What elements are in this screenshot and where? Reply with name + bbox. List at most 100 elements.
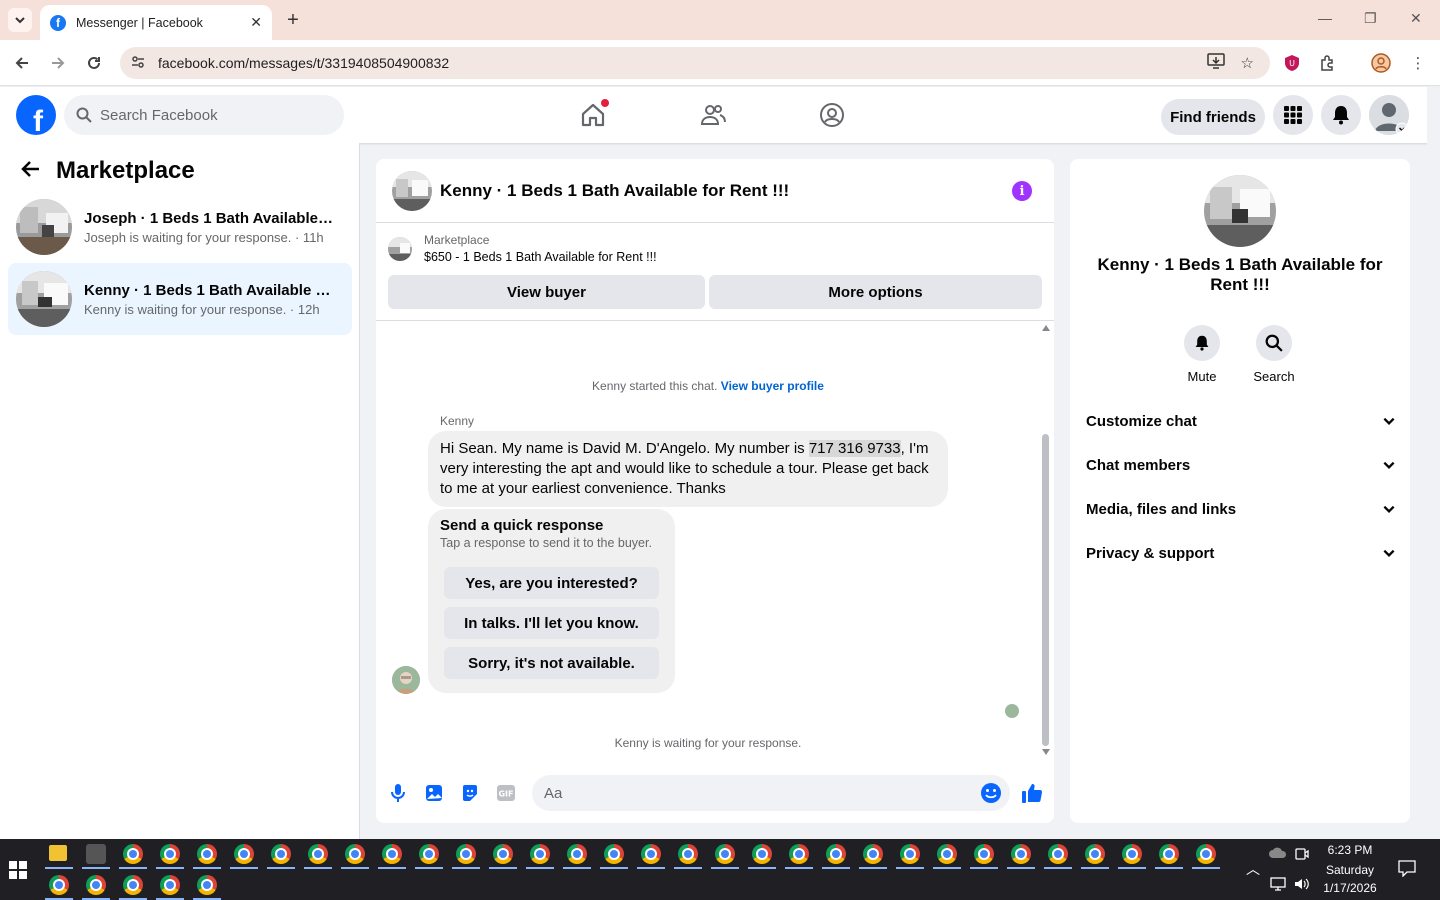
profile-icon[interactable] [1371, 53, 1391, 73]
chrome-window-icon[interactable] [974, 844, 994, 864]
sticker-button[interactable] [458, 781, 482, 805]
ublock-extension-icon[interactable]: U [1282, 53, 1302, 73]
chrome-window-icon[interactable] [160, 844, 180, 864]
chat-scroll-thumb[interactable] [1042, 434, 1049, 746]
gif-button[interactable]: GIF [494, 781, 518, 805]
new-tab-button[interactable]: + [282, 9, 304, 31]
quick-response-option[interactable]: Yes, are you interested? [444, 567, 659, 599]
groups-nav-button[interactable] [818, 101, 846, 129]
back-arrow-icon[interactable] [20, 158, 40, 184]
meet-now-icon[interactable] [1295, 847, 1309, 861]
view-buyer-profile-link[interactable]: View buyer profile [721, 379, 824, 393]
chrome-window-icon[interactable] [1085, 844, 1105, 864]
tab-search-button[interactable] [8, 8, 32, 32]
windows-start-icon[interactable] [9, 861, 27, 879]
extensions-puzzle-icon[interactable] [1318, 53, 1338, 73]
chrome-window-icon[interactable] [1159, 844, 1179, 864]
search-chat-button[interactable] [1256, 325, 1292, 361]
emoji-button[interactable] [980, 782, 1002, 804]
clock-date[interactable]: 1/17/2026 [1318, 881, 1382, 895]
mute-button[interactable] [1184, 325, 1220, 361]
chrome-window-icon[interactable] [197, 875, 217, 895]
chrome-window-icon[interactable] [123, 844, 143, 864]
scroll-up-icon[interactable] [1042, 325, 1050, 331]
chrome-window-icon[interactable] [86, 875, 106, 895]
url-bar[interactable]: facebook.com/messages/t/3319408504900832… [120, 47, 1270, 79]
quick-response-option[interactable]: In talks. I'll let you know. [444, 607, 659, 639]
chrome-window-icon[interactable] [160, 875, 180, 895]
friends-nav-button[interactable] [699, 101, 727, 129]
site-info-icon[interactable] [130, 54, 148, 73]
chat-members-section[interactable]: Chat members [1086, 443, 1396, 487]
details-listing-thumbnail[interactable] [1204, 175, 1276, 247]
facebook-search[interactable] [64, 95, 344, 135]
chrome-window-icon[interactable] [456, 844, 476, 864]
chrome-window-icon[interactable] [900, 844, 920, 864]
media-files-links-section[interactable]: Media, files and links [1086, 487, 1396, 531]
close-window-icon[interactable]: ✕ [1410, 10, 1422, 27]
chrome-window-icon[interactable] [1122, 844, 1142, 864]
bookmark-star-icon[interactable]: ☆ [1241, 54, 1254, 72]
facebook-logo[interactable]: f [16, 95, 56, 135]
chrome-window-icon[interactable] [271, 844, 291, 864]
onedrive-icon[interactable] [1268, 847, 1288, 859]
chrome-window-icon[interactable] [1196, 844, 1216, 864]
app-icon[interactable] [86, 844, 106, 864]
voice-clip-button[interactable] [386, 781, 410, 805]
chrome-window-icon[interactable] [863, 844, 883, 864]
notifications-button[interactable] [1321, 95, 1361, 135]
chrome-window-icon[interactable] [308, 844, 328, 864]
chrome-window-icon[interactable] [715, 844, 735, 864]
scroll-down-icon[interactable] [1042, 749, 1050, 755]
chrome-window-icon[interactable] [641, 844, 661, 864]
chrome-window-icon[interactable] [604, 844, 624, 864]
minimize-icon[interactable]: — [1318, 10, 1332, 26]
chrome-window-icon[interactable] [826, 844, 846, 864]
home-nav-button[interactable] [579, 99, 609, 129]
close-tab-icon[interactable]: ✕ [250, 14, 262, 31]
conversation-item-joseph[interactable]: Joseph · 1 Beds 1 Bath Available for Ren… [8, 191, 352, 263]
forward-button[interactable] [47, 52, 69, 74]
notification-center-icon[interactable] [1398, 859, 1416, 877]
chrome-window-icon[interactable] [49, 875, 69, 895]
restore-icon[interactable]: ❐ [1364, 10, 1377, 27]
like-button[interactable] [1020, 781, 1044, 805]
info-icon[interactable]: i [1012, 181, 1032, 201]
chrome-window-icon[interactable] [234, 844, 254, 864]
chrome-window-icon[interactable] [678, 844, 698, 864]
chrome-window-icon[interactable] [419, 844, 439, 864]
more-options-button[interactable]: More options [709, 275, 1042, 309]
mute-action[interactable]: Mute [1172, 325, 1232, 384]
chrome-window-icon[interactable] [1048, 844, 1068, 864]
quick-response-option[interactable]: Sorry, it's not available. [444, 647, 659, 679]
account-avatar-button[interactable] [1369, 95, 1409, 135]
menu-button[interactable] [1273, 95, 1313, 135]
chat-header-thumbnail[interactable] [392, 170, 432, 211]
chrome-window-icon[interactable] [789, 844, 809, 864]
find-friends-button[interactable]: Find friends [1161, 99, 1265, 135]
tray-expand-icon[interactable]: ︿ [1246, 859, 1260, 879]
chat-title[interactable]: Kenny · 1 Beds 1 Bath Available for Rent… [440, 181, 789, 201]
chrome-window-icon[interactable] [567, 844, 587, 864]
listing-summary[interactable]: Marketplace $650 - 1 Beds 1 Bath Availab… [388, 233, 657, 264]
phone-number-highlight[interactable]: 717 316 9733 [808, 440, 901, 457]
message-input-box[interactable] [532, 775, 1010, 811]
attach-media-button[interactable] [422, 781, 446, 805]
view-buyer-button[interactable]: View buyer [388, 275, 705, 309]
sender-avatar[interactable] [392, 666, 420, 694]
install-app-icon[interactable] [1206, 53, 1225, 73]
chrome-window-icon[interactable] [493, 844, 513, 864]
clock-day[interactable]: Saturday [1322, 863, 1378, 877]
chrome-window-icon[interactable] [1011, 844, 1031, 864]
chrome-window-icon[interactable] [123, 875, 143, 895]
chrome-window-icon[interactable] [197, 844, 217, 864]
message-input[interactable] [544, 784, 980, 802]
search-input[interactable] [100, 106, 320, 124]
reload-button[interactable] [83, 52, 105, 74]
customize-chat-section[interactable]: Customize chat [1086, 399, 1396, 443]
privacy-support-section[interactable]: Privacy & support [1086, 531, 1396, 575]
page-scrollbar[interactable] [1427, 87, 1440, 839]
search-action[interactable]: Search [1244, 325, 1304, 384]
chrome-window-icon[interactable] [752, 844, 772, 864]
chrome-window-icon[interactable] [382, 844, 402, 864]
